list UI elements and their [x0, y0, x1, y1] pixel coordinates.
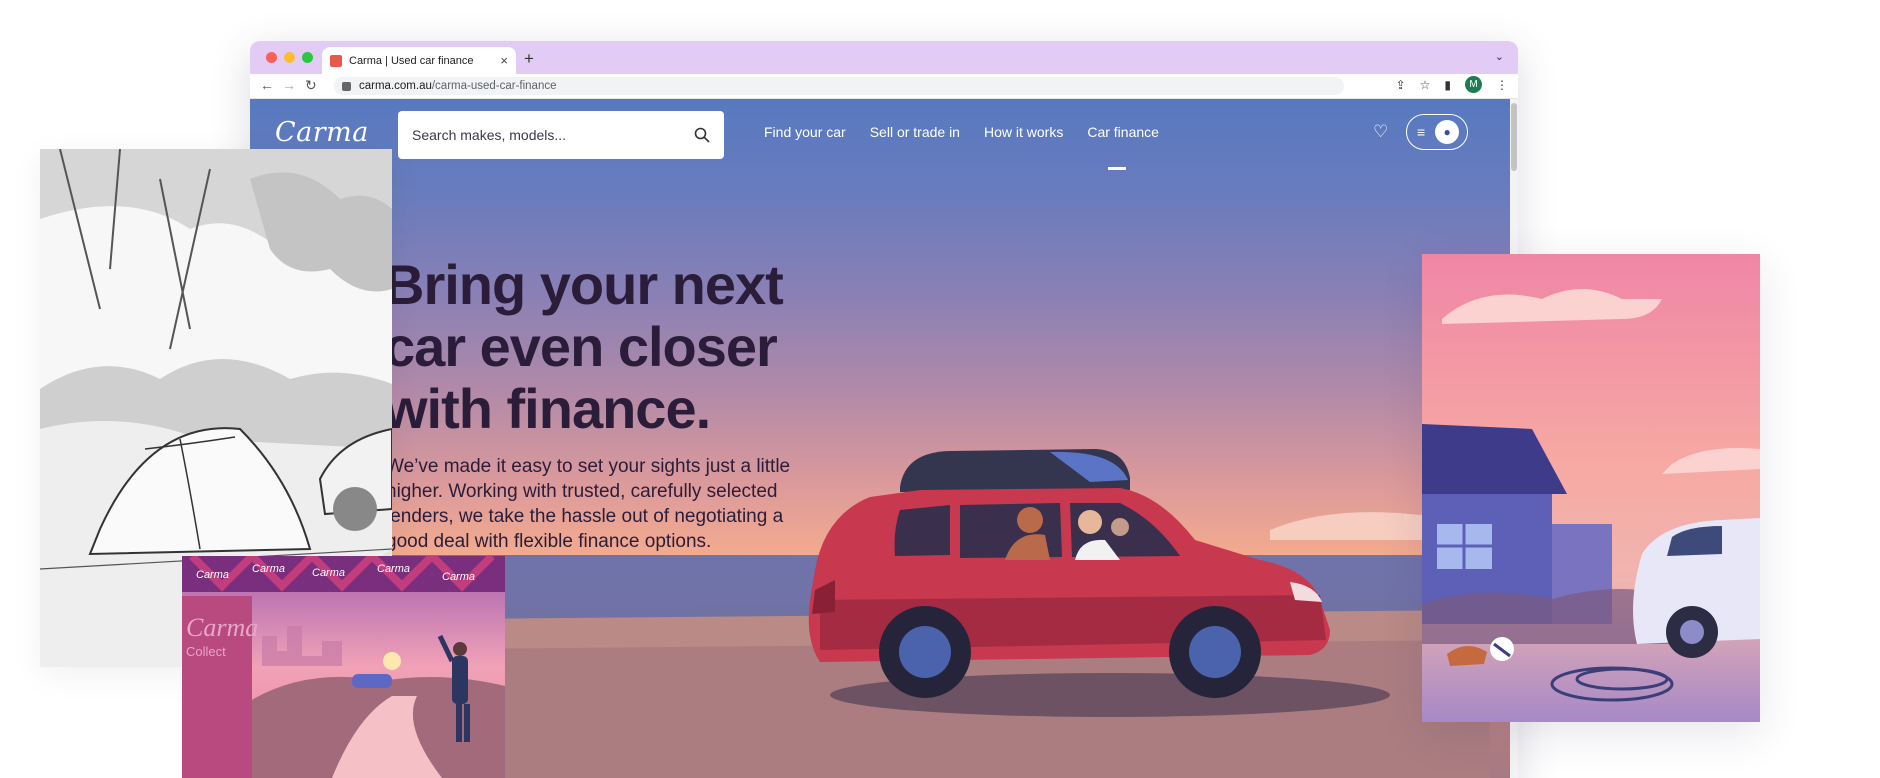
search-placeholder: Search makes, models...: [412, 127, 567, 143]
address-input[interactable]: carma.com.au/carma-used-car-finance: [334, 77, 1344, 95]
search-input[interactable]: Search makes, models...: [398, 111, 724, 159]
gate-sign-text: Carma: [186, 613, 258, 642]
heart-icon[interactable]: ♡: [1373, 122, 1388, 142]
active-nav-indicator: [1108, 167, 1126, 170]
share-icon[interactable]: ⇪: [1396, 78, 1406, 92]
banner-text: Carma: [377, 563, 410, 575]
side-panel-icon[interactable]: ▮: [1444, 78, 1451, 92]
search-icon[interactable]: [694, 127, 710, 143]
stage: Carma | Used car finance × + ⌄ ← → ↻ car…: [0, 0, 1880, 778]
hero-title-line: Bring your next: [384, 253, 784, 316]
forward-arrow-icon[interactable]: →: [282, 77, 296, 93]
banner-text: Carma: [196, 569, 229, 581]
close-window-button[interactable]: [266, 52, 277, 63]
browser-tools: ⇪ ☆ ▮ M ⋮: [1396, 76, 1508, 93]
carma-logo[interactable]: Carma: [275, 117, 369, 148]
lock-icon: [342, 81, 351, 91]
banner-text: Carma: [252, 563, 285, 575]
address-bar-row: ← → ↻ carma.com.au/carma-used-car-financ…: [250, 74, 1518, 99]
minimize-window-button[interactable]: [284, 52, 295, 63]
browser-tab[interactable]: Carma | Used car finance ×: [322, 47, 516, 74]
gate-sub-text: Collect: [186, 644, 226, 659]
tab-bar: Carma | Used car finance × + ⌄: [250, 41, 1518, 74]
tab-list-chevron-icon[interactable]: ⌄: [1495, 50, 1504, 63]
scrollbar-thumb[interactable]: [1511, 103, 1517, 171]
house-illustration: [1422, 254, 1760, 722]
url-path: /carma-used-car-finance: [431, 80, 557, 92]
profile-avatar[interactable]: M: [1465, 76, 1482, 93]
banner-text: Carma: [312, 567, 345, 579]
back-arrow-icon[interactable]: ←: [260, 77, 274, 93]
banner-text: Carma: [442, 571, 475, 583]
hero-title: Bring your next car even closer with fin…: [384, 253, 784, 440]
tab-title: Carma | Used car finance: [349, 54, 474, 67]
tab-close-icon[interactable]: ×: [500, 53, 508, 68]
new-tab-button[interactable]: +: [524, 49, 534, 69]
nav-find-your-car[interactable]: Find your car: [764, 124, 846, 140]
favicon-icon: [330, 54, 342, 67]
nav-car-finance[interactable]: Car finance: [1087, 124, 1159, 140]
user-icon: ●: [1435, 120, 1460, 144]
hero-title-line: with finance.: [384, 377, 711, 440]
hero-title-line: car even closer: [384, 315, 778, 378]
site-header: Carma Search makes, models... Find your …: [250, 99, 1510, 170]
window-controls: [266, 52, 313, 63]
url-host: carma.com.au: [359, 80, 432, 92]
hamburger-icon: ≡: [1417, 124, 1426, 140]
account-menu-button[interactable]: ≡ ●: [1406, 114, 1468, 150]
bookmark-star-icon[interactable]: ☆: [1420, 78, 1431, 92]
main-nav: Find your car Sell or trade in How it wo…: [764, 124, 1159, 140]
maximize-window-button[interactable]: [302, 52, 313, 63]
nav-how-it-works[interactable]: How it works: [984, 124, 1063, 140]
kebab-menu-icon[interactable]: ⋮: [1496, 78, 1508, 92]
collect-gate-illustration: Carma Carma Carma Carma Carma Carma Coll…: [182, 556, 505, 778]
nav-sell-or-trade-in[interactable]: Sell or trade in: [870, 124, 960, 140]
hero-description: We’ve made it easy to set your sights ju…: [386, 456, 791, 552]
reload-icon[interactable]: ↻: [305, 77, 317, 94]
